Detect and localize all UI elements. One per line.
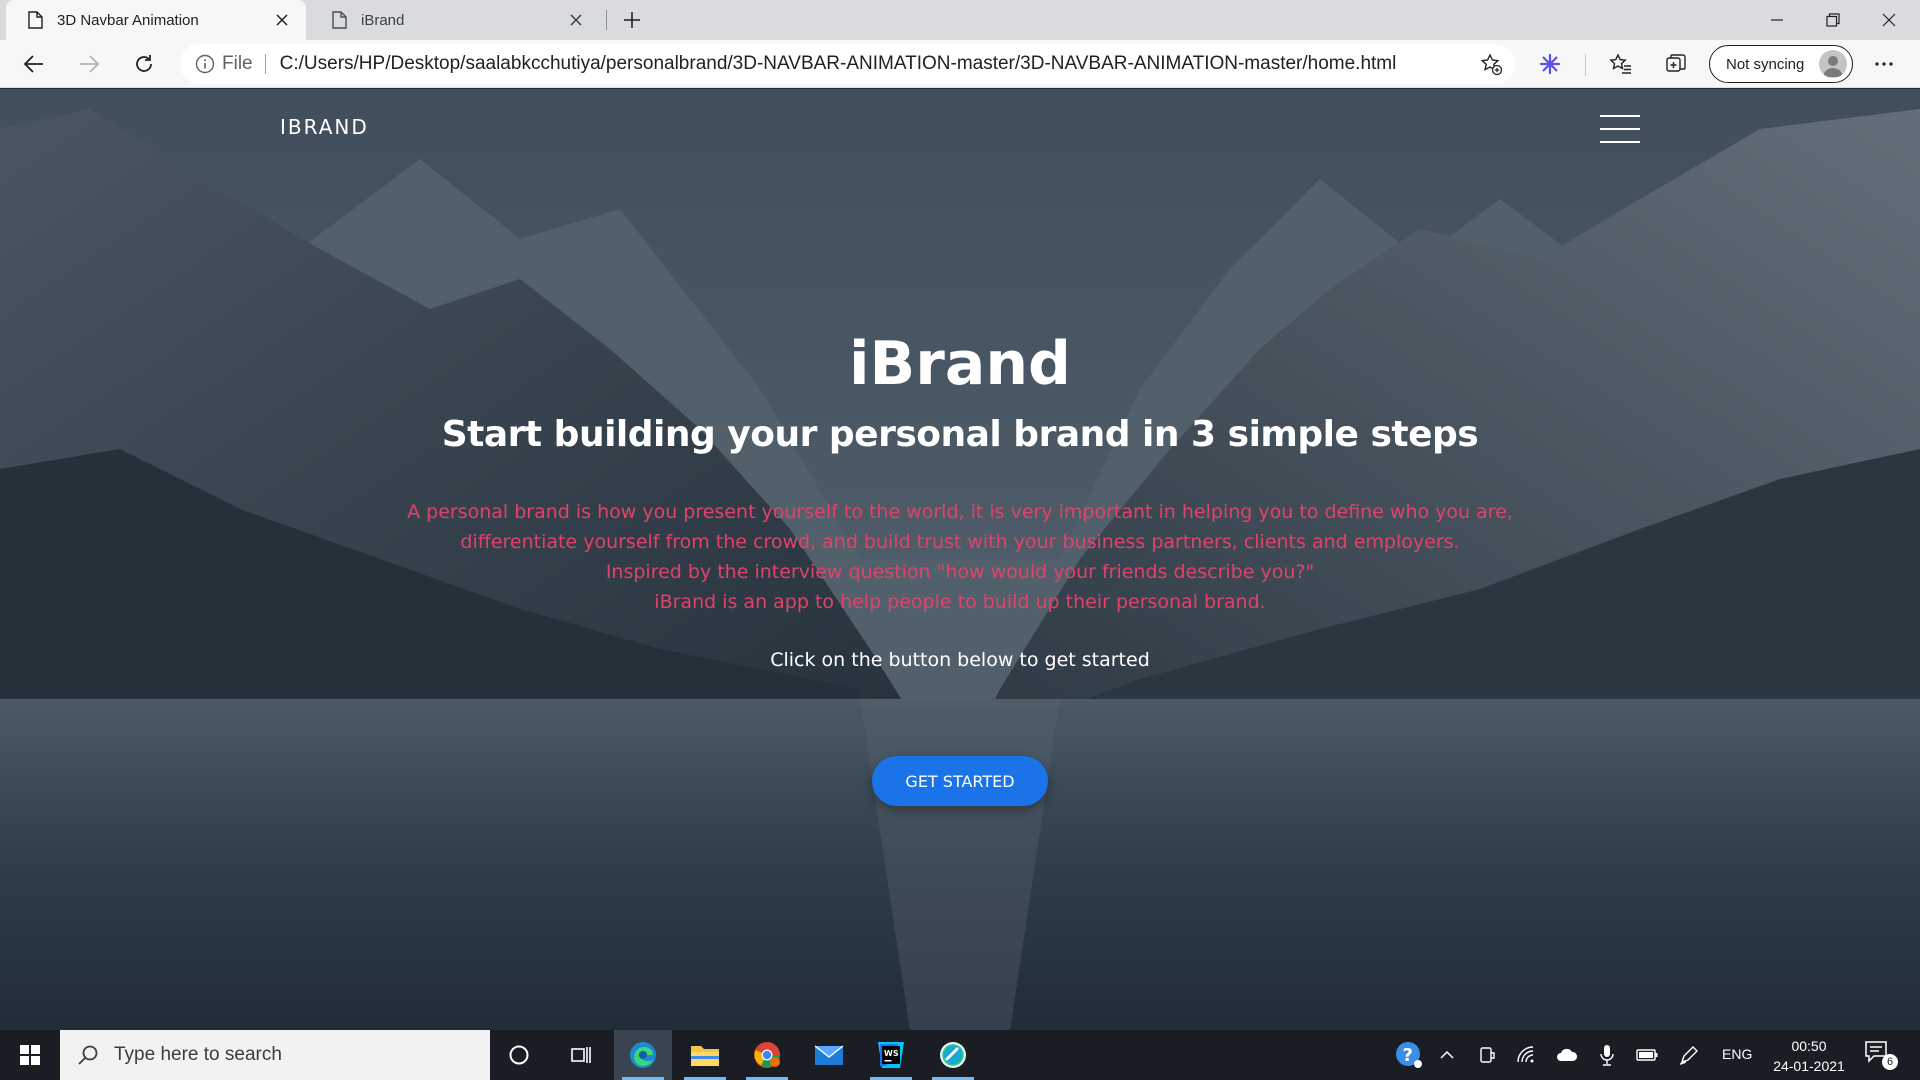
file-explorer-icon xyxy=(691,1046,719,1066)
hero-title: iBrand xyxy=(848,329,1072,399)
description-line: Inspired by the interview question "how … xyxy=(605,561,1315,583)
chevron-up-icon xyxy=(1440,1050,1454,1059)
tab-separator xyxy=(606,10,607,30)
close-icon xyxy=(1882,13,1896,27)
clock-date: 24-01-2021 xyxy=(1773,1058,1845,1074)
mail-icon xyxy=(814,1045,844,1065)
add-favorite-button[interactable] xyxy=(1475,48,1507,80)
edge-icon xyxy=(630,1042,656,1068)
taskbar-search[interactable]: Type here to search xyxy=(60,1030,490,1080)
brand-logo[interactable]: IBRAND xyxy=(280,115,369,139)
minimize-button[interactable] xyxy=(1749,0,1805,40)
task-view-icon xyxy=(571,1047,591,1063)
close-icon[interactable] xyxy=(270,8,294,32)
webpage: IBRAND iBrand Start building your person… xyxy=(0,89,1920,1030)
extension-icon xyxy=(1539,53,1561,75)
chrome-icon xyxy=(754,1042,780,1068)
page-icon xyxy=(28,11,43,29)
taskbar-app[interactable] xyxy=(924,1030,982,1080)
tab-title: iBrand xyxy=(361,11,405,29)
description-line: iBrand is an app to help people to build… xyxy=(654,591,1266,613)
minimize-icon xyxy=(1771,19,1783,21)
arrow-right-icon xyxy=(80,55,100,73)
address-bar[interactable]: File C:/Users/HP/Desktop/saalabkcchutiya… xyxy=(180,44,1515,84)
tab-title: 3D Navbar Animation xyxy=(57,11,199,29)
microphone-icon[interactable] xyxy=(1594,1042,1620,1068)
svg-text:?: ? xyxy=(1403,1045,1413,1066)
start-button[interactable] xyxy=(0,1030,60,1080)
taskbar-mail[interactable] xyxy=(800,1030,858,1080)
webstorm-icon: WS xyxy=(878,1042,904,1068)
pen-icon[interactable] xyxy=(1676,1042,1702,1068)
notification-count-badge: 6 xyxy=(1882,1054,1898,1070)
task-view-button[interactable] xyxy=(552,1030,610,1080)
hero-description: A personal brand is how you present your… xyxy=(0,497,1920,617)
plus-icon xyxy=(624,12,640,28)
search-placeholder: Type here to search xyxy=(114,1044,282,1065)
tab-3d-navbar-animation[interactable]: 3D Navbar Animation xyxy=(6,0,306,40)
back-button[interactable] xyxy=(16,46,52,82)
new-tab-button[interactable] xyxy=(616,4,648,36)
url-text[interactable]: C:/Users/HP/Desktop/saalabkcchutiya/pers… xyxy=(280,53,1397,75)
clock[interactable]: 00:50 24-01-2021 xyxy=(1764,1036,1854,1076)
device-icon[interactable] xyxy=(1474,1042,1500,1068)
description-line: A personal brand is how you present your… xyxy=(407,501,1513,523)
input-language[interactable]: ENG xyxy=(1722,1046,1752,1062)
refresh-icon xyxy=(136,55,152,72)
get-started-button[interactable]: GET STARTED xyxy=(872,756,1048,806)
sync-label: Not syncing xyxy=(1726,55,1805,73)
scheme-label: File xyxy=(222,53,253,74)
favorites-button[interactable] xyxy=(1603,46,1639,82)
taskbar-file-explorer[interactable] xyxy=(676,1030,734,1080)
address-divider xyxy=(264,54,266,74)
wifi-icon[interactable] xyxy=(1514,1042,1540,1068)
collections-button[interactable] xyxy=(1658,46,1694,82)
forward-button[interactable] xyxy=(71,46,107,82)
app-icon xyxy=(940,1042,966,1068)
menu-line xyxy=(1600,128,1640,130)
windows-taskbar: Type here to search WS ? ENG 00:50 24-01… xyxy=(0,1030,1920,1080)
settings-more-button[interactable] xyxy=(1866,46,1902,82)
star-plus-icon xyxy=(1480,53,1503,76)
page-icon xyxy=(332,11,347,29)
cta-instruction: Click on the button below to get started xyxy=(770,649,1150,671)
hamburger-menu-button[interactable] xyxy=(1600,115,1640,143)
windows-icon xyxy=(20,1045,40,1065)
collections-icon xyxy=(1666,54,1686,72)
info-icon[interactable] xyxy=(194,53,216,75)
more-icon xyxy=(1875,62,1893,66)
battery-icon[interactable] xyxy=(1634,1042,1660,1068)
toolbar-divider xyxy=(1585,54,1586,76)
close-window-button[interactable] xyxy=(1861,0,1917,40)
restore-button[interactable] xyxy=(1805,0,1861,40)
notification-center-button[interactable]: 6 xyxy=(1864,1040,1898,1070)
tab-strip: 3D Navbar Animation iBrand xyxy=(0,0,1920,40)
cortana-button[interactable] xyxy=(490,1030,548,1080)
restore-icon xyxy=(1826,13,1840,27)
svg-text:WS: WS xyxy=(884,1049,899,1058)
clock-time: 00:50 xyxy=(1791,1038,1827,1054)
browser-toolbar: File C:/Users/HP/Desktop/saalabkcchutiya… xyxy=(0,40,1920,88)
onedrive-icon[interactable] xyxy=(1554,1042,1580,1068)
cortana-icon xyxy=(509,1045,529,1065)
tab-ibrand[interactable]: iBrand xyxy=(310,0,600,40)
menu-line xyxy=(1600,141,1640,143)
extension-button[interactable] xyxy=(1532,46,1568,82)
search-icon xyxy=(78,1045,98,1065)
taskbar-chrome[interactable] xyxy=(738,1030,796,1080)
description-line: differentiate yourself from the crowd, a… xyxy=(460,531,1460,553)
hero-subtitle: Start building your personal brand in 3 … xyxy=(441,414,1479,455)
menu-line xyxy=(1600,115,1640,117)
refresh-button[interactable] xyxy=(126,46,162,82)
show-hidden-icons-button[interactable] xyxy=(1434,1042,1460,1068)
close-icon[interactable] xyxy=(564,8,588,32)
taskbar-webstorm[interactable]: WS xyxy=(862,1030,920,1080)
avatar xyxy=(1819,50,1847,78)
taskbar-edge[interactable] xyxy=(614,1030,672,1080)
arrow-left-icon xyxy=(23,55,43,73)
favorites-icon xyxy=(1609,53,1631,74)
help-icon[interactable]: ? xyxy=(1394,1040,1424,1070)
profile-sync-button[interactable]: Not syncing xyxy=(1709,45,1853,83)
